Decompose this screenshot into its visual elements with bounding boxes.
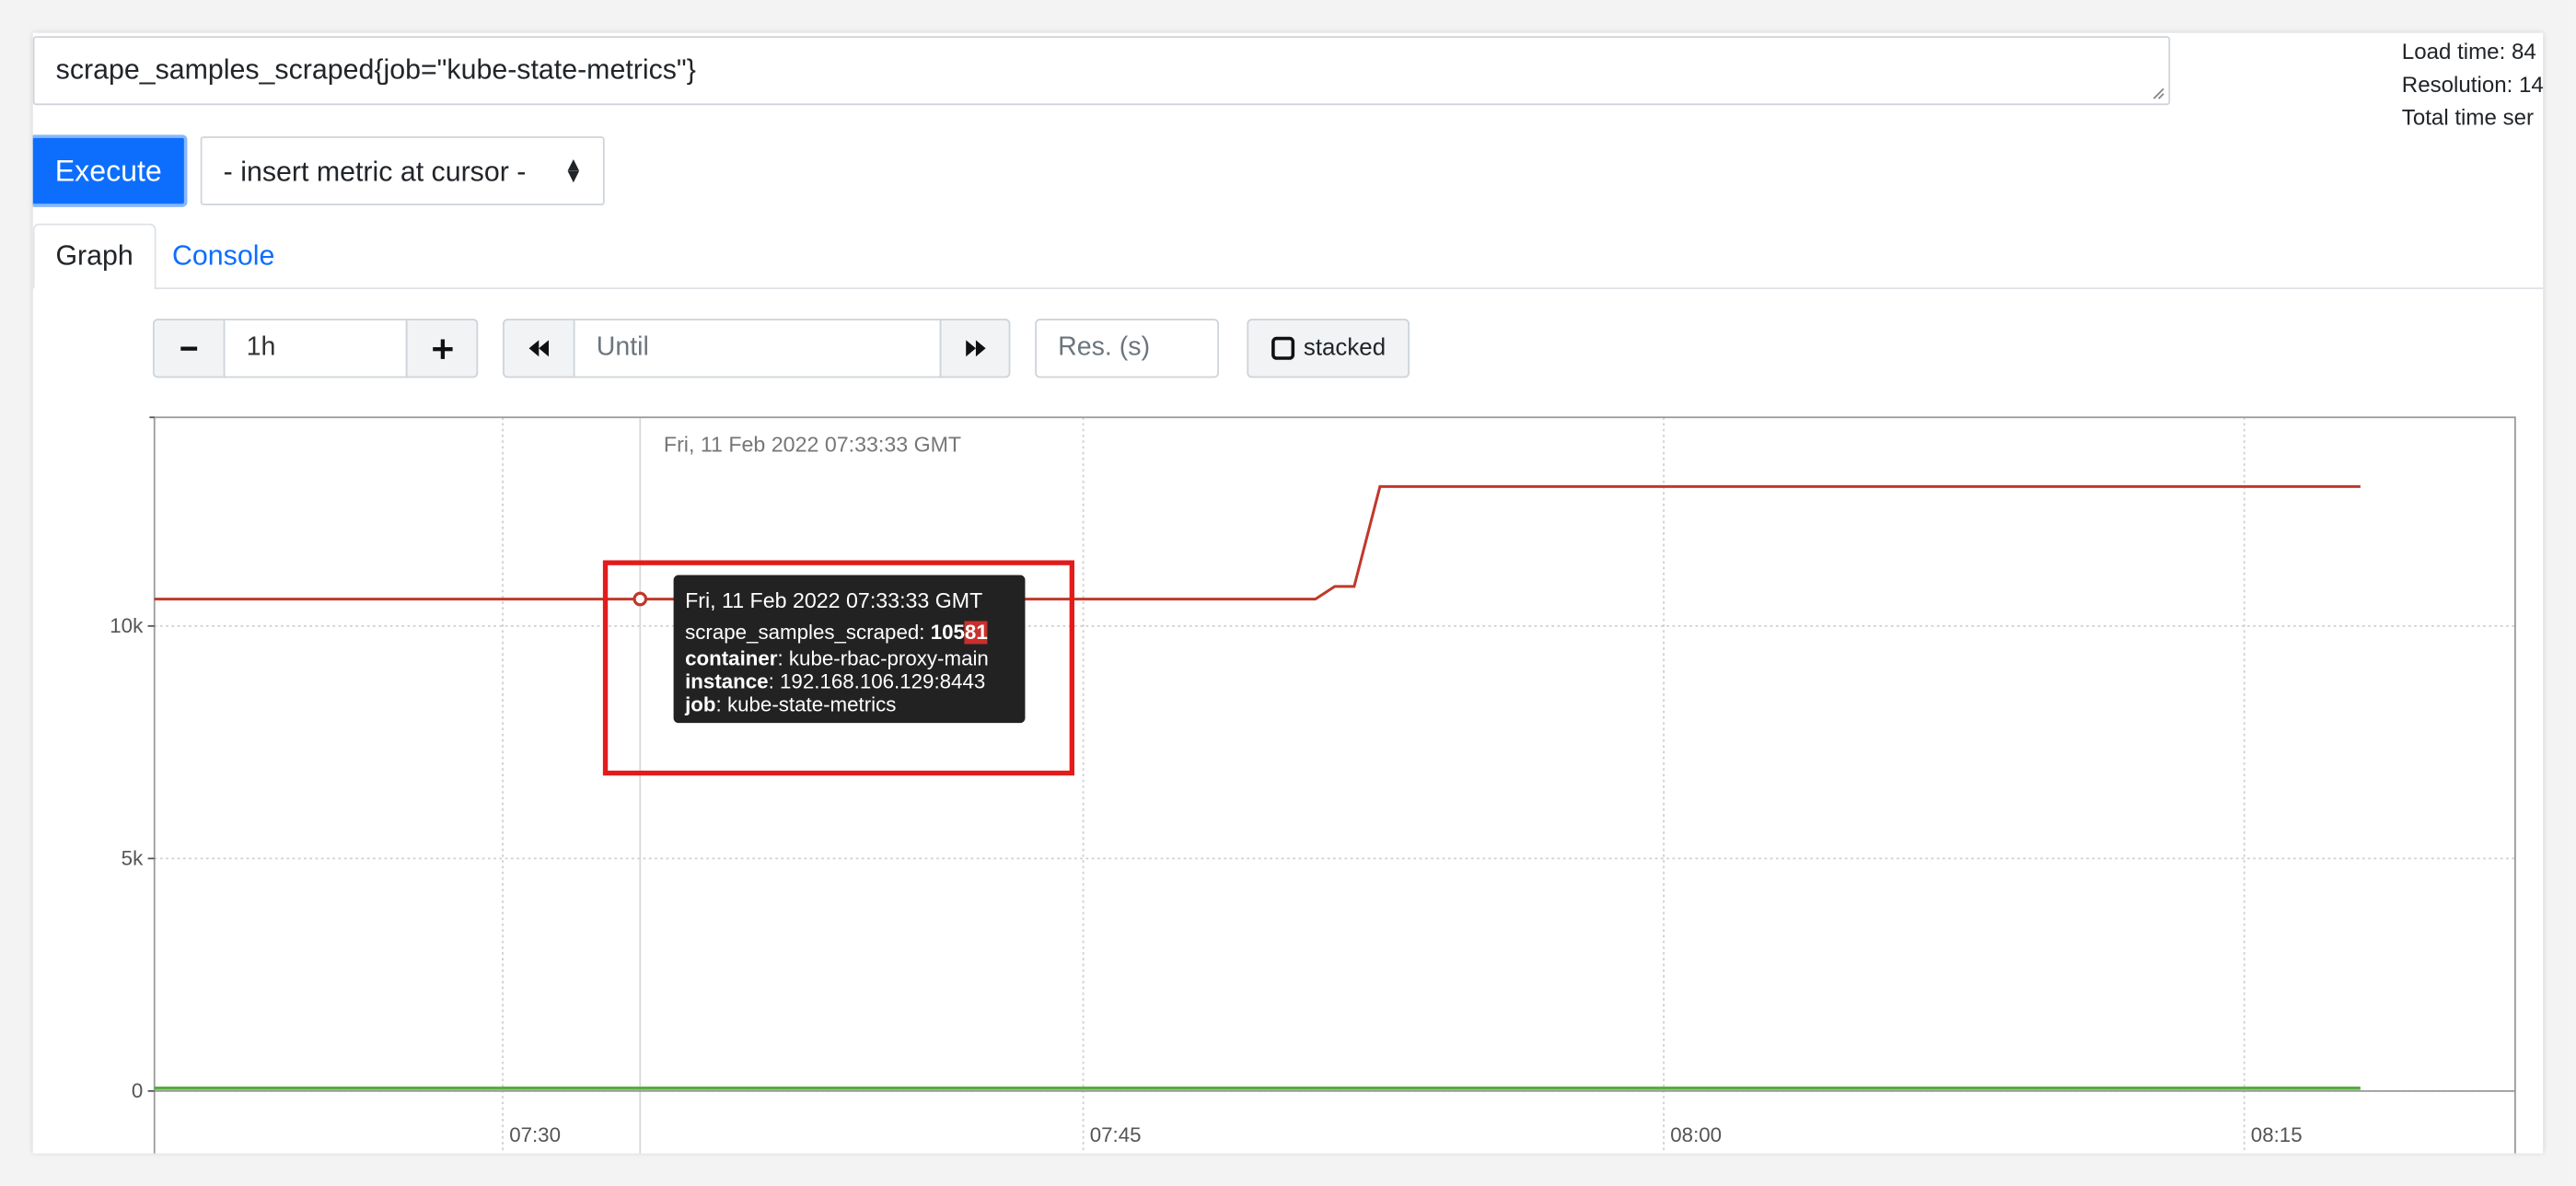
x-tick-label: 07:30 xyxy=(509,1123,561,1146)
plot-frame xyxy=(153,416,2516,1154)
y-tick-label: 10k xyxy=(110,614,144,637)
hover-time-label: Fri, 11 Feb 2022 07:33:33 GMT xyxy=(652,420,973,473)
x-tick-label: 08:15 xyxy=(2251,1123,2303,1146)
y-tick-label: 0 xyxy=(132,1079,143,1102)
x-tick-label: 07:45 xyxy=(1090,1123,1142,1146)
graph-chart[interactable]: 0 5k 10k 07:30 07:45 08:00 08:15 xyxy=(33,33,2544,1154)
series-line-1[interactable] xyxy=(154,484,2361,601)
prometheus-window: scrape_samples_scraped{job="kube-state-m… xyxy=(32,32,2544,1154)
x-tick-label: 08:00 xyxy=(1670,1123,1722,1146)
highlight-box xyxy=(602,560,1074,776)
y-tick-label: 5k xyxy=(122,846,144,869)
